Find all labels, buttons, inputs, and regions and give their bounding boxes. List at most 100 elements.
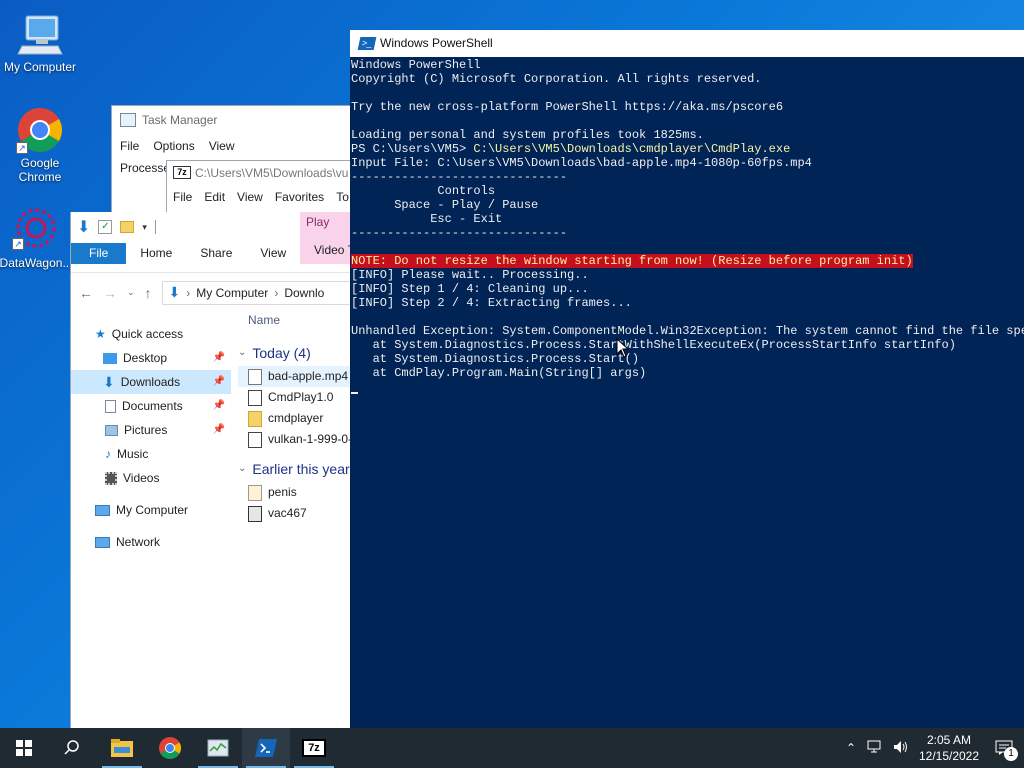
folder-icon (248, 410, 262, 427)
image-file-icon (248, 484, 262, 501)
action-center-button[interactable]: 1 (984, 728, 1024, 768)
nav-label: Documents (122, 399, 183, 413)
clock[interactable]: 2:05 AM 12/15/2022 (914, 732, 984, 764)
file-name: cmdplayer (268, 411, 324, 425)
address-box[interactable]: ⬇ › My Computer › Downlo (161, 280, 370, 305)
pin-icon: 📌 (212, 424, 225, 435)
console-line: Copyright (C) Microsoft Corporation. All… (351, 72, 762, 86)
breadcrumb-downloads[interactable]: Downlo (284, 286, 324, 300)
powershell-title: Windows PowerShell (380, 36, 493, 50)
nav-quick-access[interactable]: ★ Quick access (71, 322, 231, 346)
menu-file[interactable]: File (173, 190, 192, 204)
nav-network[interactable]: Network (71, 530, 231, 554)
task-manager-icon (207, 739, 229, 757)
pin-icon: 📌 (212, 400, 225, 411)
console-line: Controls (351, 184, 496, 198)
file-name: vac467 (268, 506, 307, 520)
start-button[interactable] (0, 728, 48, 768)
menu-options[interactable]: Options (153, 139, 194, 153)
console-line: ------------------------------ (351, 226, 568, 240)
task-manager-titlebar[interactable]: Task Manager (112, 106, 370, 135)
sevenzip-titlebar[interactable]: 7z C:\Users\VM5\Downloads\vu (167, 161, 365, 185)
menu-favorites[interactable]: Favorites (275, 190, 324, 204)
desktop-icon-chrome[interactable]: ↗ Google Chrome (0, 106, 80, 184)
sevenzip-menubar: File Edit View Favorites To (167, 185, 365, 209)
tab-view[interactable]: View (246, 242, 300, 264)
recent-dropdown-icon[interactable]: ⌄ (127, 287, 135, 298)
text-cursor (351, 392, 358, 394)
tab-share[interactable]: Share (186, 242, 246, 264)
nav-label: Network (116, 535, 161, 549)
taskbar-powershell[interactable] (242, 728, 290, 768)
volume-icon[interactable] (888, 740, 914, 757)
powershell-window[interactable]: >_ Windows PowerShell Windows PowerShell… (350, 30, 1024, 728)
breadcrumb-my-computer[interactable]: My Computer (196, 286, 268, 300)
play-tab-label: Play (306, 215, 330, 229)
customize-dropdown-icon[interactable]: ▾ (142, 222, 147, 233)
console-line: Try the new cross-platform PowerShell ht… (351, 100, 784, 114)
tab-file[interactable]: File (71, 242, 127, 264)
nav-downloads[interactable]: ⬇ Downloads 📌 (71, 370, 231, 394)
properties-icon[interactable]: ✓ (98, 220, 113, 234)
menu-view[interactable]: View (209, 139, 235, 153)
desktop-icon-my-computer[interactable]: My Computer (0, 10, 80, 74)
task-manager-title: Task Manager (142, 113, 218, 127)
forward-arrow-icon[interactable]: → (103, 285, 117, 301)
computer-icon (95, 504, 110, 516)
sevenzip-window[interactable]: 7z C:\Users\VM5\Downloads\vu File Edit Vie… (166, 160, 366, 216)
breadcrumb-separator: › (274, 285, 279, 300)
file-explorer-window[interactable]: ⬇ ✓ ▾ Play Video T File Home Share View … (70, 212, 370, 728)
console-line: Input File: C:\Users\VM5\Downloads\bad-a… (351, 156, 812, 170)
download-arrow-icon: ⬇ (77, 219, 91, 236)
clock-time: 2:05 AM (926, 733, 972, 747)
tab-video-tools[interactable]: Video T (314, 243, 355, 257)
desktop-icon-label: Google Chrome (18, 156, 62, 184)
taskbar-file-explorer[interactable] (98, 728, 146, 768)
desktop-icon-label: My Computer (3, 60, 77, 74)
system-tray: ⌃ 2:05 AM 12/15/2022 1 (840, 728, 1024, 768)
nav-desktop[interactable]: Desktop 📌 (71, 346, 231, 370)
pictures-icon (105, 424, 118, 436)
menu-edit[interactable]: Edit (204, 190, 225, 204)
file-name: penis (268, 485, 297, 499)
sevenzip-icon: 7z (302, 739, 326, 757)
console-output[interactable]: Windows PowerShell Copyright (C) Microsof… (350, 57, 1024, 728)
nav-my-computer[interactable]: My Computer (71, 498, 231, 522)
console-line: [INFO] Please wait.. Processing.. (351, 268, 589, 282)
network-icon[interactable] (862, 740, 888, 757)
shortcut-arrow-icon: ↗ (12, 238, 24, 250)
navigation-pane: ★ Quick access Desktop 📌 ⬇ Downloads 📌 D… (71, 322, 231, 554)
nav-documents[interactable]: Documents 📌 (71, 394, 231, 418)
file-name: bad-apple.mp4 (268, 369, 349, 383)
nav-videos[interactable]: Videos (71, 466, 231, 490)
console-line: Unhandled Exception: System.ComponentMod… (351, 324, 1024, 338)
pin-icon: 📌 (212, 376, 225, 387)
search-button[interactable] (48, 728, 96, 768)
up-arrow-icon[interactable]: ↑ (145, 285, 152, 301)
tab-home[interactable]: Home (126, 242, 186, 264)
taskbar-task-manager[interactable] (194, 728, 242, 768)
new-folder-icon[interactable] (120, 221, 135, 233)
menu-file[interactable]: File (120, 139, 139, 153)
taskbar-chrome[interactable] (146, 728, 194, 768)
console-line: Space - Play / Pause (351, 198, 539, 212)
group-label: Earlier this year (252, 461, 350, 477)
powershell-titlebar[interactable]: >_ Windows PowerShell (350, 30, 1024, 57)
show-hidden-icons-icon[interactable]: ⌃ (840, 741, 862, 755)
desktop-icon-datawagon[interactable]: ↗ DataWagon... (0, 206, 76, 270)
console-line: Esc - Exit (351, 212, 503, 226)
menu-tools[interactable]: To (336, 190, 349, 204)
nav-label: Pictures (124, 423, 168, 437)
nav-label: Videos (123, 471, 160, 485)
shortcut-arrow-icon: ↗ (16, 142, 28, 154)
nav-pictures[interactable]: Pictures 📌 (71, 418, 231, 442)
console-line: [INFO] Step 2 / 4: Extracting frames... (351, 296, 632, 310)
back-arrow-icon[interactable]: ← (79, 285, 93, 301)
menu-view[interactable]: View (237, 190, 263, 204)
taskbar-7zip[interactable]: 7z (290, 728, 338, 768)
nav-music[interactable]: ♪ Music (71, 442, 231, 466)
search-icon (64, 740, 79, 755)
